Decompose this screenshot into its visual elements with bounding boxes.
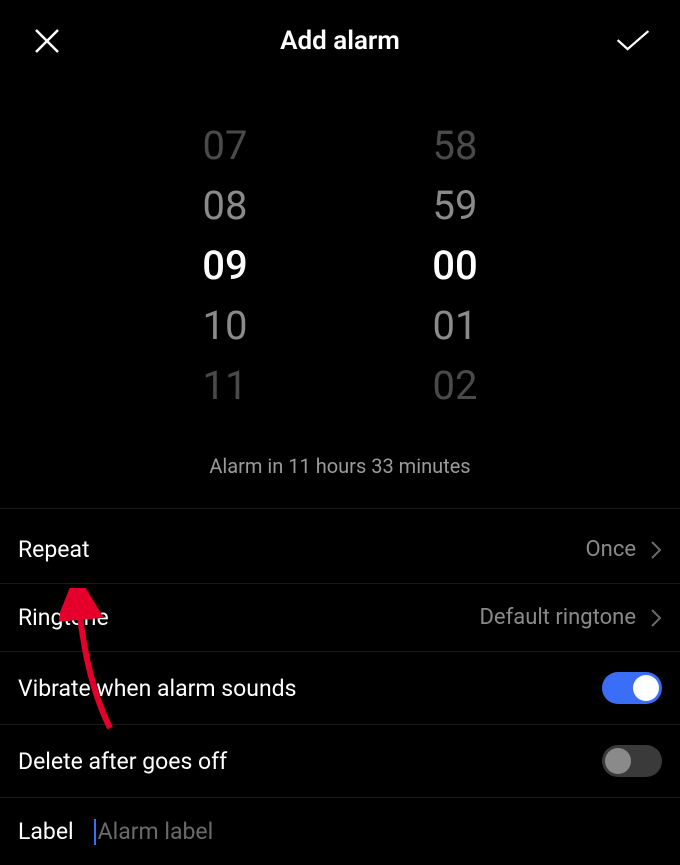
hour-option[interactable]: 11	[190, 362, 260, 410]
hour-selected[interactable]: 09	[190, 242, 260, 290]
ringtone-row[interactable]: Ringtone Default ringtone	[0, 584, 680, 652]
delete-after-toggle[interactable]	[602, 745, 662, 777]
toggle-knob	[633, 675, 659, 701]
hour-option[interactable]: 07	[190, 122, 260, 170]
minute-option[interactable]: 58	[420, 122, 490, 170]
hour-option[interactable]: 08	[190, 182, 260, 230]
alarm-countdown: Alarm in 11 hours 33 minutes	[0, 430, 680, 508]
minute-option[interactable]: 01	[420, 302, 490, 350]
hour-option[interactable]: 10	[190, 302, 260, 350]
minute-picker[interactable]: 58 59 00 01 02	[420, 122, 490, 410]
vibrate-row: Vibrate when alarm sounds	[0, 652, 680, 725]
chevron-right-icon	[650, 540, 662, 560]
label-placeholder: Alarm label	[98, 818, 214, 845]
label-field-label: Label	[18, 818, 74, 845]
toggle-knob	[605, 748, 631, 774]
repeat-value-container: Once	[586, 537, 662, 562]
label-input[interactable]: Alarm label	[94, 818, 662, 845]
close-icon[interactable]	[28, 22, 66, 60]
minute-option[interactable]: 02	[420, 362, 490, 410]
repeat-label: Repeat	[18, 536, 90, 563]
minute-option[interactable]: 59	[420, 182, 490, 230]
ringtone-label: Ringtone	[18, 604, 109, 631]
vibrate-toggle[interactable]	[602, 672, 662, 704]
text-cursor	[94, 819, 96, 845]
delete-after-row: Delete after goes off	[0, 725, 680, 798]
header: Add alarm	[0, 0, 680, 82]
chevron-right-icon	[650, 608, 662, 628]
minute-selected[interactable]: 00	[420, 242, 490, 290]
time-picker[interactable]: 07 08 09 10 11 58 59 00 01 02	[0, 82, 680, 430]
page-title: Add alarm	[280, 26, 400, 56]
section-divider	[0, 508, 680, 516]
hour-picker[interactable]: 07 08 09 10 11	[190, 122, 260, 410]
repeat-value: Once	[586, 537, 636, 562]
delete-after-label: Delete after goes off	[18, 748, 227, 775]
vibrate-label: Vibrate when alarm sounds	[18, 675, 296, 702]
ringtone-value: Default ringtone	[479, 605, 636, 630]
repeat-row[interactable]: Repeat Once	[0, 516, 680, 584]
settings-list: Repeat Once Ringtone Default ringtone Vi…	[0, 516, 680, 865]
label-row: Label Alarm label	[0, 798, 680, 865]
ringtone-value-container: Default ringtone	[479, 605, 662, 630]
confirm-icon[interactable]	[614, 22, 652, 60]
